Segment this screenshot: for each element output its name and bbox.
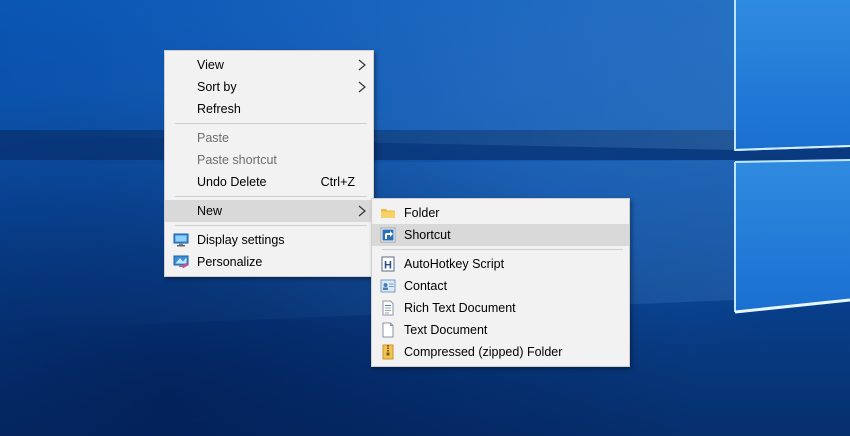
menu-item-personalize[interactable]: Personalize	[165, 251, 373, 273]
text-document-icon	[382, 322, 394, 338]
zip-folder-icon	[382, 344, 394, 360]
menu-item-label: New	[197, 204, 223, 218]
menu-item-undo-delete[interactable]: Undo Delete Ctrl+Z	[165, 171, 373, 193]
menu-item-sort-by[interactable]: Sort by	[165, 76, 373, 98]
submenu-item-label: Rich Text Document	[404, 301, 516, 315]
menu-item-paste[interactable]: Paste	[165, 127, 373, 149]
submenu-item-autohotkey-script[interactable]: H AutoHotkey Script	[372, 253, 629, 275]
display-settings-icon	[173, 233, 189, 247]
chevron-right-icon	[358, 205, 366, 217]
autohotkey-icon: H	[381, 256, 395, 272]
submenu-item-label: Compressed (zipped) Folder	[404, 345, 563, 359]
menu-separator	[175, 225, 367, 226]
new-submenu: Folder Shortcut H AutoHotkey Script Cont…	[371, 198, 630, 367]
menu-separator	[382, 249, 623, 250]
menu-item-label: Refresh	[197, 102, 241, 116]
desktop-context-menu: View Sort by Refresh Paste Paste shortcu…	[164, 50, 374, 277]
menu-item-label: Personalize	[197, 255, 263, 269]
keyboard-shortcut: Ctrl+Z	[320, 175, 355, 189]
submenu-item-label: Shortcut	[404, 228, 451, 242]
menu-item-label: View	[197, 58, 224, 72]
menu-separator	[175, 123, 367, 124]
submenu-item-label: Contact	[404, 279, 448, 293]
menu-item-new[interactable]: New	[165, 200, 373, 222]
chevron-right-icon	[358, 59, 366, 71]
menu-item-refresh[interactable]: Refresh	[165, 98, 373, 120]
menu-item-label: Paste shortcut	[197, 153, 277, 167]
chevron-right-icon	[358, 81, 366, 93]
submenu-item-compressed-folder[interactable]: Compressed (zipped) Folder	[372, 341, 629, 363]
submenu-item-label: AutoHotkey Script	[404, 257, 505, 271]
folder-icon	[381, 209, 395, 218]
submenu-item-shortcut[interactable]: Shortcut	[372, 224, 629, 246]
rich-text-document-icon	[382, 300, 394, 316]
shortcut-icon	[380, 227, 396, 243]
submenu-item-rich-text-document[interactable]: Rich Text Document	[372, 297, 629, 319]
svg-text:H: H	[384, 260, 392, 272]
menu-item-label: Display settings	[197, 233, 285, 247]
submenu-item-label: Text Document	[404, 323, 488, 337]
contact-icon	[380, 279, 396, 293]
menu-item-display-settings[interactable]: Display settings	[165, 229, 373, 251]
submenu-item-text-document[interactable]: Text Document	[372, 319, 629, 341]
submenu-item-folder[interactable]: Folder	[372, 202, 629, 224]
personalize-icon	[173, 255, 189, 269]
menu-separator	[175, 196, 367, 197]
menu-item-label: Paste	[197, 131, 229, 145]
menu-item-label: Undo Delete	[197, 175, 267, 189]
submenu-item-contact[interactable]: Contact	[372, 275, 629, 297]
submenu-item-label: Folder	[404, 206, 440, 220]
menu-item-view[interactable]: View	[165, 54, 373, 76]
menu-item-label: Sort by	[197, 80, 237, 94]
menu-item-paste-shortcut[interactable]: Paste shortcut	[165, 149, 373, 171]
